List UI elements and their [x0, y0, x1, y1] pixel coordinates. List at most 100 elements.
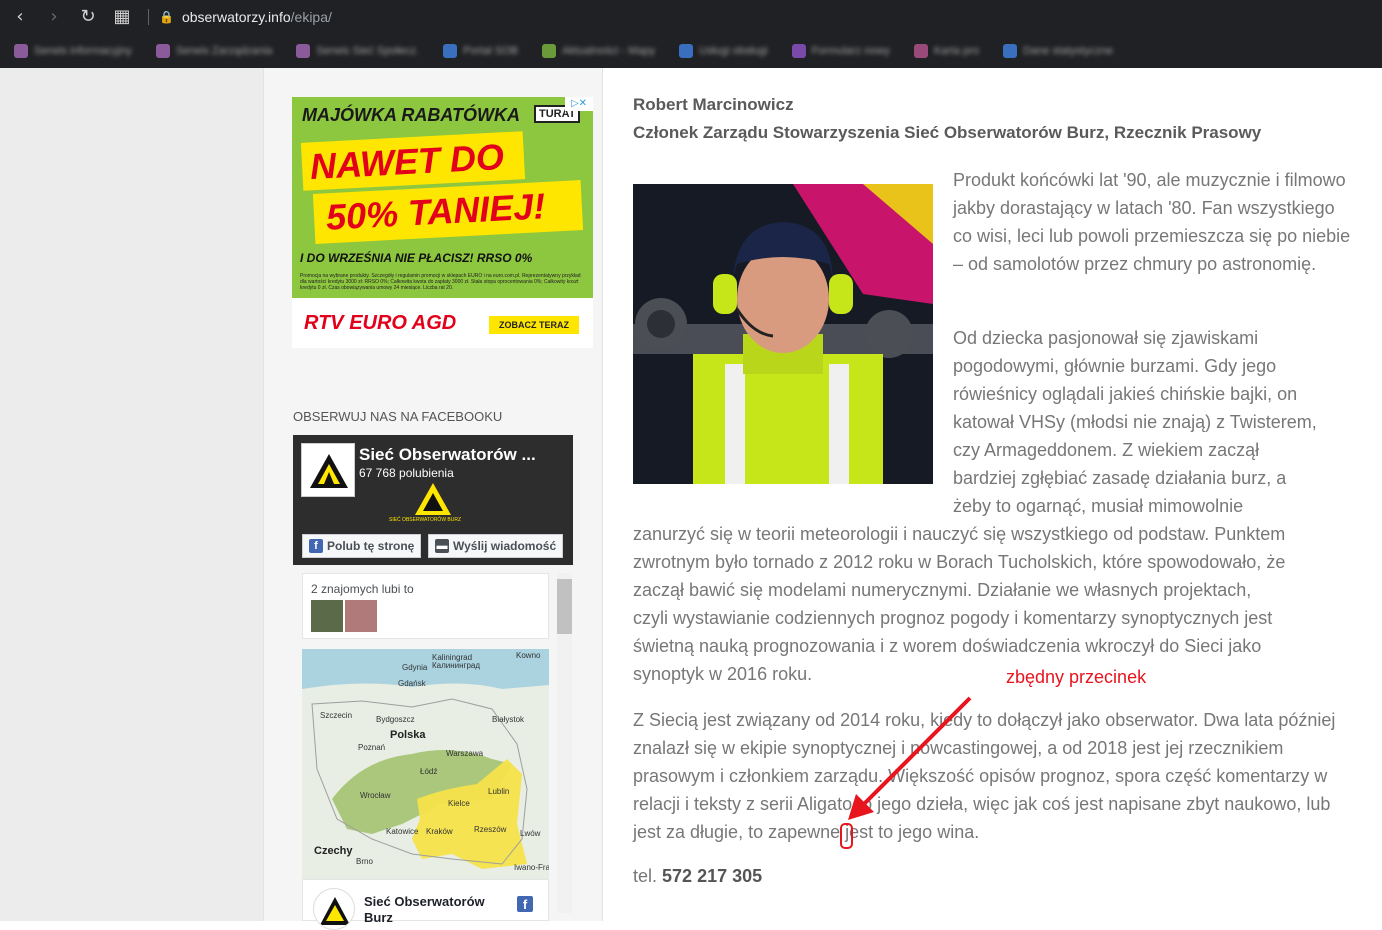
ad-headline: MAJÓWKA RABATÓWKA [302, 105, 520, 125]
bookmark-favicon [14, 44, 28, 58]
text-line: rówieśnicy oglądali jakieś chińskie bajk… [953, 384, 1298, 404]
map-label: Lublin [488, 787, 510, 796]
annotation-text: zbędny przecinek [1006, 667, 1147, 687]
map-label: Gdynia [402, 663, 428, 672]
friend-avatar[interactable] [311, 600, 343, 632]
phone-line: tel. 572 217 305 [633, 866, 762, 887]
bookmarks-bar: Serwis informacyjny Serwis Zarządzania S… [0, 34, 1382, 68]
url-path[interactable]: /ekipa/ [291, 9, 332, 25]
map-label: Kraków [426, 827, 453, 836]
bookmark-label: Serwis Sieć Społecz. [316, 45, 420, 57]
map-label: Gdańsk [398, 679, 426, 688]
map-label: Iwano-Frank [514, 863, 549, 872]
map-label: Białystok [492, 715, 525, 724]
text-line: zaczął bawić się modelami numerycznymi. … [633, 580, 1252, 600]
text-line: Od dziecka pasjonował się zjawiskami [953, 328, 1259, 348]
bookmark-label: Formularz nowy [811, 45, 890, 57]
map-label: Czechy [314, 845, 353, 857]
url-host[interactable]: obserwatorzy.info [182, 9, 291, 25]
toolbar-divider [148, 9, 149, 25]
bookmark[interactable]: Dane statystyczne [995, 39, 1121, 63]
post-page-logo[interactable] [313, 888, 355, 930]
map-label: Poznań [358, 743, 386, 752]
bookmark[interactable]: Formularz nowy [784, 39, 898, 63]
page-name[interactable]: Sieć Obserwatorów ... [359, 445, 536, 465]
text-line: świetną nauką prognozowania i z worem do… [633, 636, 1262, 656]
bookmark-favicon [542, 44, 557, 58]
map-label: Brno [356, 857, 373, 866]
bookmark-favicon [296, 44, 311, 58]
bookmark[interactable]: Aktualności - Mapy [534, 39, 663, 63]
bookmark-favicon [155, 44, 170, 58]
address-row: ‹ › ↻ ▦ 🔒 obserwatorzy.info /ekipa/ [0, 0, 1382, 34]
bookmark-label: Serwis informacyjny [34, 45, 132, 57]
bookmark[interactable]: Karta pro [906, 39, 987, 63]
map-label: Bydgoszcz [376, 715, 415, 724]
bio-paragraph-2-full: zanurzyć się w teorii meteorologii i nau… [633, 520, 1373, 688]
map-label: Warszawa [446, 749, 484, 758]
bookmark-label: Aktualności - Mapy [562, 45, 656, 57]
text-line: katował VHSy (młodsi nie znają) z Twiste… [953, 412, 1317, 432]
ad-fine-print: Promocja na wybrane produkty. Szczegóły … [300, 273, 581, 291]
send-message-label: Wyślij wiadomość [453, 539, 557, 553]
text-line: zwrotnym było tornado z 2012 roku w Bora… [633, 552, 1286, 572]
reload-icon[interactable]: ↻ [76, 5, 100, 29]
bookmark[interactable]: Serwis Sieć Społecz. [288, 39, 427, 63]
apps-grid-icon[interactable]: ▦ [110, 5, 134, 29]
facebook-page-plugin[interactable]: Sieć Obserwatorów ... 67 768 polubienia … [293, 435, 573, 565]
facebook-icon[interactable]: f [517, 896, 533, 912]
bookmark[interactable]: Serwis informacyjny [6, 39, 140, 63]
send-message-button[interactable]: ▬ Wyślij wiadomość [428, 534, 564, 558]
forward-icon[interactable]: › [42, 5, 66, 29]
bio-paragraph-3: Z Siecią jest związany od 2014 roku, kie… [633, 710, 1336, 842]
text-line: czy Armageddonem. Z wiekiem zaczął [953, 440, 1260, 460]
bookmark-label: Portal SOB [463, 45, 519, 57]
facebook-heading: OBSERWUJ NAS NA FACEBOOKU [293, 409, 503, 424]
bookmark-favicon [1003, 44, 1018, 58]
member-name: Robert Marcinowicz [633, 95, 794, 114]
ad-footer: RTV EURO AGD ZOBACZ TERAZ [292, 298, 593, 348]
back-icon[interactable]: ‹ [8, 5, 32, 29]
bookmark-favicon [913, 44, 928, 58]
map-label: Kowno [516, 651, 541, 660]
bookmark[interactable]: Serwis Zarządzania [148, 39, 281, 63]
bookmark-favicon [679, 44, 694, 58]
bookmark-label: Serwis Zarządzania [175, 45, 273, 57]
advertisement-banner[interactable]: MAJÓWKA RABATÓWKA TURAT ▷✕ NAWET DO 50% … [292, 97, 593, 348]
facebook-post-header[interactable]: Sieć Obserwatorów Burz f [302, 879, 549, 930]
ad-subline: I DO WRZEŚNIA NIE PŁACISZ! RRSO 0% [300, 251, 533, 265]
facebook-like-icon: f [309, 539, 323, 553]
text-line: zanurzyć się w teorii meteorologii i nau… [633, 524, 1286, 544]
bookmark-favicon [791, 44, 806, 58]
map-label: Калининград [432, 661, 481, 670]
post-page-name[interactable]: Sieć Obserwatorów Burz [364, 894, 504, 926]
like-page-button[interactable]: f Polub tę stronę [302, 534, 422, 558]
lock-icon[interactable]: 🔒 [159, 10, 174, 24]
member-role: Członek Zarządu Stowarzyszenia Sieć Obse… [633, 123, 1262, 142]
page-left-margin [0, 68, 263, 921]
page-cover-caption: SIEĆ OBSERWATORÓW BURZ [389, 517, 462, 523]
warning-map[interactable]: Gdynia Gdańsk Kaliningrad Калининград Ko… [302, 649, 549, 879]
bookmark[interactable]: Portal SOB [435, 39, 526, 63]
like-page-label: Polub tę stronę [327, 539, 415, 553]
map-label: Szczecin [320, 711, 353, 720]
map-label: Łódź [420, 767, 438, 776]
page-likes: 67 768 polubienia [359, 466, 454, 480]
ad-choices-icon[interactable]: ▷✕ [565, 97, 593, 111]
member-photo [633, 184, 933, 484]
bio-paragraph-1: Produkt końcówki lat '90, ale muzycznie … [953, 170, 1351, 274]
browser-chrome: ‹ › ↻ ▦ 🔒 obserwatorzy.info /ekipa/ Serw… [0, 0, 1382, 68]
page-logo[interactable] [301, 443, 355, 497]
phone-number[interactable]: 572 217 305 [662, 866, 762, 886]
ad-logo: RTV EURO AGD [304, 312, 457, 334]
text-line: żeby to ogarnąć, musiał mimowolnie [953, 496, 1244, 516]
map-label: Katowice [386, 827, 419, 836]
widget-scrollbar-thumb[interactable] [557, 579, 572, 634]
text-line: czyli wystawianie codziennych prognoz po… [633, 608, 1273, 628]
friends-like-box: 2 znajomych lubi to [302, 573, 549, 639]
bookmark[interactable]: Usługi obsługi [671, 39, 775, 63]
friend-avatar[interactable] [345, 600, 377, 632]
map-label: Lwów [520, 829, 541, 838]
text-line: synoptyk w 2016 roku. [633, 664, 813, 684]
ad-cta-button[interactable]: ZOBACZ TERAZ [489, 316, 579, 334]
